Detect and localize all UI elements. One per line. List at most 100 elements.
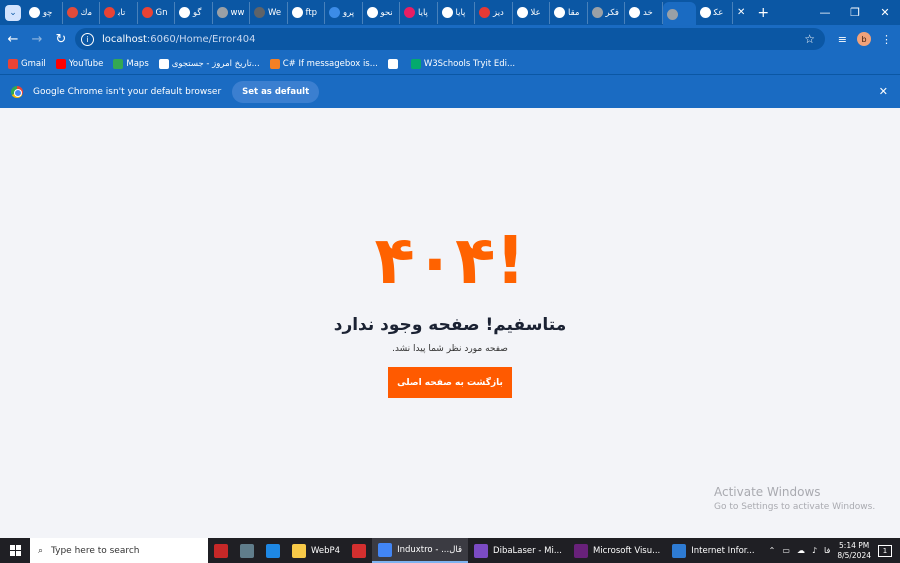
- start-button[interactable]: [0, 538, 30, 563]
- set-as-default-button[interactable]: Set as default: [232, 80, 320, 103]
- network-icon[interactable]: ▭: [782, 546, 790, 555]
- tab-search-icon[interactable]: ⌄: [5, 4, 21, 21]
- language-indicator[interactable]: فا: [824, 546, 830, 555]
- forward-icon[interactable]: →: [26, 32, 48, 47]
- taskbar-app[interactable]: Internet Infor...: [666, 538, 760, 563]
- google-icon: [291, 7, 303, 18]
- taskbar-app[interactable]: DibaLaser - Mi...: [468, 538, 568, 563]
- bookmark-label: YouTube: [68, 58, 104, 69]
- cloud-icon[interactable]: ☁: [797, 546, 805, 555]
- taskbar-app[interactable]: [234, 538, 260, 563]
- new-tab-icon[interactable]: +: [757, 5, 769, 21]
- browser-tab[interactable]: ﻋﻼ: [513, 1, 550, 24]
- taskbar-app[interactable]: Induxtro - ...قال: [372, 538, 469, 563]
- notification-center-icon[interactable]: 1: [878, 544, 892, 557]
- gmail-icon: [8, 58, 18, 69]
- globe-icon: [387, 58, 398, 69]
- bookmark-star-icon[interactable]: ☆: [804, 32, 815, 46]
- watermark-subtitle: Go to Settings to activate Windows.: [714, 502, 876, 512]
- reload-icon[interactable]: ↻: [50, 32, 72, 47]
- bookmark-label: C# If messagebox is...: [282, 58, 378, 69]
- taskbar-app[interactable]: [208, 538, 234, 563]
- browser-tab[interactable]: Gn: [138, 1, 175, 24]
- close-window-icon[interactable]: ✕: [870, 6, 900, 19]
- browser-tab[interactable]: ﺩﻳﺰ: [475, 1, 513, 24]
- browser-tab[interactable]: ﭘﺮﻭ: [325, 1, 363, 24]
- address-bar[interactable]: i localhost :6060/Home/Error404 ☆: [75, 28, 825, 50]
- bookmark-item[interactable]: [387, 58, 401, 69]
- browser-tab[interactable]: ﺗﺎﺑ: [100, 1, 138, 24]
- clock-date: 8/5/2024: [837, 550, 871, 560]
- taskbar-search[interactable]: ⌕ Type here to search: [30, 538, 208, 563]
- browser-tab[interactable]: ﭘﺎﻳﺎ: [438, 1, 475, 24]
- app-2021-icon: [214, 543, 228, 558]
- browser-tab[interactable]: [662, 1, 696, 27]
- tab-label: ﺧﺪ: [643, 7, 653, 18]
- infobar-close-icon[interactable]: ✕: [879, 85, 888, 98]
- tab-label: We: [268, 7, 282, 18]
- taskbar-app[interactable]: [346, 538, 372, 563]
- minimize-icon[interactable]: —: [810, 6, 840, 19]
- tab-close-icon[interactable]: ✕: [737, 7, 745, 18]
- site-info-icon[interactable]: i: [81, 32, 94, 46]
- stack-icon: [269, 58, 280, 69]
- toolbar-right: ≡ b ⋮: [838, 25, 892, 53]
- bookmark-item[interactable]: C# If messagebox is...: [269, 58, 378, 69]
- browser-tab[interactable]: ﭘﺎﻳﺎ: [400, 1, 438, 24]
- browser-toolbar: ← → ↻ i localhost :6060/Home/Error404 ☆ …: [0, 25, 900, 53]
- vs-window-icon: [573, 543, 588, 558]
- back-icon[interactable]: ←: [2, 32, 24, 47]
- p-icon: [254, 7, 265, 18]
- browser-tab[interactable]: ﻣﻙ: [63, 1, 100, 24]
- tab-label: ﻓﻜﺮ: [605, 7, 619, 18]
- taskbar-app[interactable]: [260, 538, 286, 563]
- browser-tab[interactable]: ﻓﻜﺮ: [588, 1, 625, 24]
- bookmark-label: W3Schools Tryit Edi...: [423, 58, 516, 69]
- tab-label: ﺩﻳﺰ: [493, 7, 504, 18]
- search-icon: ⌕: [38, 545, 44, 556]
- bookmark-label: Gmail: [21, 58, 46, 69]
- tab-list: ﭼﻭ ﻣﻙ ﺗﺎﺑ Gn ﮔﻮ ww We ftp ﭘﺮﻭ ﻧﺤﻮ ﭘﺎﻳﺎ ﭘﺎﻳﺎ ﺩﻳﺰ ﻋﻼ ﻣﻘﺎ…: [25, 0, 733, 27]
- chrome-icon: [11, 85, 23, 98]
- volume-icon[interactable]: ♪: [812, 546, 817, 555]
- bookmark-item[interactable]: YouTube: [55, 58, 104, 69]
- taskbar-app[interactable]: Microsoft Visu...: [568, 538, 666, 563]
- browser-tab[interactable]: ﮔﻮ: [175, 1, 213, 24]
- browser-tab[interactable]: ﭼﻭ: [25, 1, 63, 24]
- browser-tab[interactable]: ﺧﺪ: [625, 1, 663, 24]
- page-content: !۴۰۴ متاسفیم! صفحه وجود ندارد صفحه مورد …: [0, 108, 900, 538]
- media-controls-icon[interactable]: ≡: [838, 33, 847, 46]
- taskbar-app-label: Internet Infor...: [691, 545, 755, 556]
- browser-tab[interactable]: ﻧﺤﻮ: [363, 1, 400, 24]
- url-path: :6060/Home/Error404: [146, 33, 256, 45]
- browser-tab[interactable]: ﻋﻜ: [696, 1, 733, 24]
- browser-tab[interactable]: ftp: [288, 1, 325, 24]
- browser-tab[interactable]: ﻣﻘﺎ: [550, 1, 588, 24]
- bookmark-item[interactable]: W3Schools Tryit Edi...: [410, 58, 516, 69]
- tab-label: ﻋﻜ: [713, 7, 724, 18]
- back-to-home-button[interactable]: بازگشت به صفحه اصلی: [388, 367, 512, 398]
- bookmark-item[interactable]: تاریخ امروز - جستجوی...: [158, 58, 260, 69]
- chevron-up-icon[interactable]: ⌃: [769, 546, 776, 555]
- maps-icon: [113, 58, 124, 69]
- tab-label: ﻧﺤﻮ: [380, 7, 393, 18]
- arrow-icon: [329, 7, 340, 18]
- tab-label: ﻣﻘﺎ: [568, 7, 580, 18]
- folder-icon: [292, 543, 306, 558]
- bookmarks-bar: Gmail YouTube Maps تاریخ امروز - جستجوی... C…: [0, 53, 900, 75]
- profile-avatar[interactable]: b: [857, 32, 871, 46]
- restore-icon[interactable]: ❐: [840, 6, 870, 19]
- url-host: localhost: [102, 33, 147, 45]
- chrome-icon: [378, 542, 393, 557]
- taskbar-apps: WebP4 Induxtro - ...قال DibaLaser - Mi... M…: [208, 538, 761, 563]
- tab-label: ﭘﺎﻳﺎ: [455, 7, 466, 18]
- browser-tab[interactable]: ww: [213, 1, 250, 24]
- menu-kebab-icon[interactable]: ⋮: [881, 33, 892, 46]
- taskbar-app[interactable]: WebP4: [286, 538, 346, 563]
- bookmark-item[interactable]: Maps: [113, 58, 149, 69]
- bookmark-item[interactable]: Gmail: [8, 58, 46, 69]
- browser-tab[interactable]: We: [250, 1, 288, 24]
- globe-icon: [591, 7, 603, 18]
- pin-icon: [66, 7, 78, 18]
- clock[interactable]: 5:14 PM 8/5/2024: [837, 541, 871, 560]
